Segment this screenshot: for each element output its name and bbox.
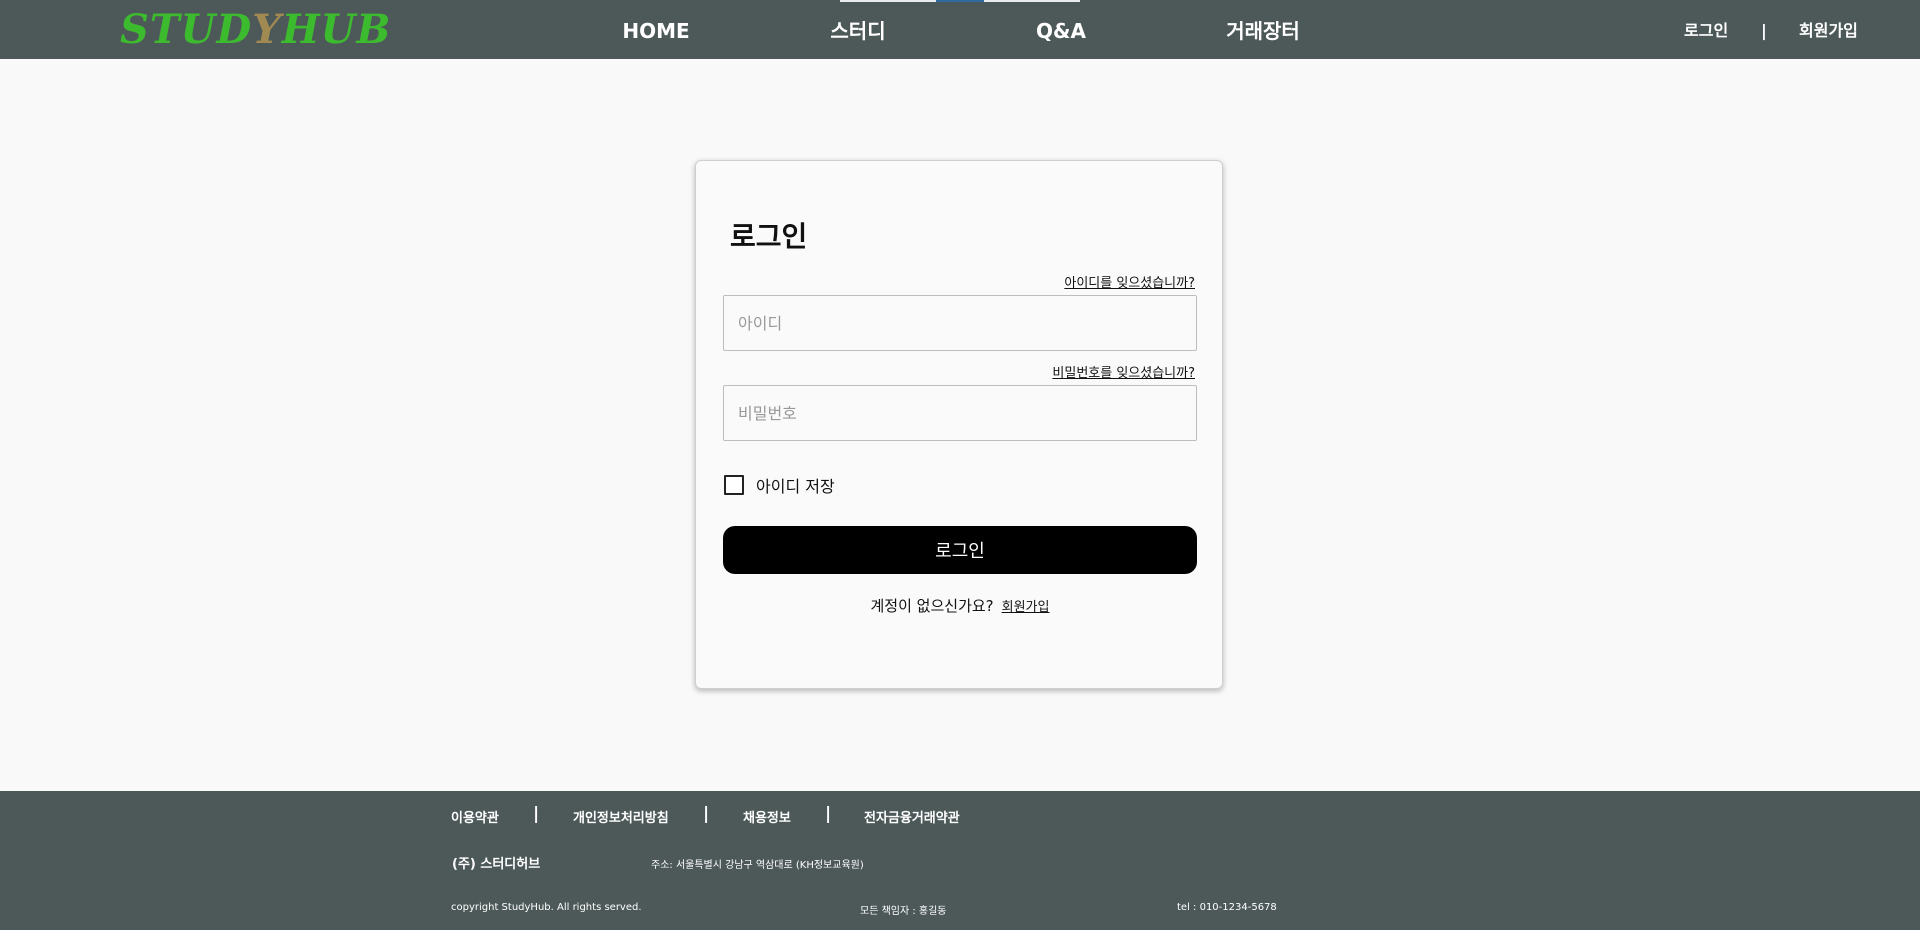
forgot-password-link[interactable]: 비밀번호를 잊으셨습니까? bbox=[1052, 362, 1195, 381]
footer-tel: tel : 010-1234-5678 bbox=[1177, 902, 1277, 913]
password-input[interactable] bbox=[723, 385, 1197, 441]
nav-market[interactable]: 거래장터 bbox=[1203, 0, 1323, 59]
logo-text-left: STUD bbox=[120, 6, 253, 53]
nav-indicator-active bbox=[936, 0, 984, 2]
footer-terms-link[interactable]: 이용약관 bbox=[451, 807, 499, 826]
footer-separator: | bbox=[533, 804, 540, 824]
header-auth-separator: | bbox=[1761, 21, 1767, 40]
remember-id-option[interactable]: 아이디 저장 bbox=[724, 473, 835, 497]
footer-separator: | bbox=[703, 804, 710, 824]
login-title: 로그인 bbox=[730, 220, 808, 253]
header-login-link[interactable]: 로그인 bbox=[1684, 0, 1728, 59]
signup-link[interactable]: 회원가입 bbox=[1002, 600, 1050, 615]
studyhub-logo[interactable]: STUDYHUB bbox=[120, 9, 391, 51]
footer-manager: 모든 책임자 : 홍길동 bbox=[860, 906, 947, 917]
header-signup-link[interactable]: 회원가입 bbox=[1799, 0, 1858, 59]
login-card: 로그인 아이디를 잊으셨습니까? 비밀번호를 잊으셨습니까? 아이디 저장 로그… bbox=[695, 160, 1223, 689]
logo-text-accent: Y bbox=[252, 6, 282, 53]
login-button[interactable]: 로그인 bbox=[723, 526, 1197, 574]
remember-id-checkbox[interactable] bbox=[724, 475, 744, 495]
top-header: STUDYHUB HOME 스터디 Q&A 거래장터 로그인 | 회원가입 bbox=[0, 0, 1920, 59]
footer-address: 주소: 서울특별시 강남구 역삼대로 (KH정보교육원) bbox=[651, 860, 864, 871]
footer-finance-terms-link[interactable]: 전자금융거래약관 bbox=[864, 807, 960, 826]
forgot-id-link[interactable]: 아이디를 잊으셨습니까? bbox=[1064, 272, 1195, 291]
footer-company-name: (주) 스터디허브 bbox=[452, 857, 541, 872]
footer: 이용약관 | 개인정보처리방침 | 채용정보 | 전자금융거래약관 (주) 스터… bbox=[0, 791, 1920, 930]
nav-home[interactable]: HOME bbox=[596, 0, 716, 59]
logo-text-right: HUB bbox=[281, 6, 392, 53]
remember-id-label: 아이디 저장 bbox=[756, 477, 835, 496]
footer-copyright: copyright StudyHub. All rights served. bbox=[451, 902, 642, 913]
footer-privacy-link[interactable]: 개인정보처리방침 bbox=[573, 807, 669, 826]
nav-study[interactable]: 스터디 bbox=[798, 0, 918, 59]
footer-separator: | bbox=[825, 804, 832, 824]
footer-careers-link[interactable]: 채용정보 bbox=[743, 807, 791, 826]
id-input[interactable] bbox=[723, 295, 1197, 351]
nav-qna[interactable]: Q&A bbox=[1001, 0, 1121, 59]
signup-prompt: 계정이 없으신가요? 회원가입 bbox=[696, 595, 1224, 616]
no-account-text: 계정이 없으신가요? bbox=[870, 597, 994, 615]
